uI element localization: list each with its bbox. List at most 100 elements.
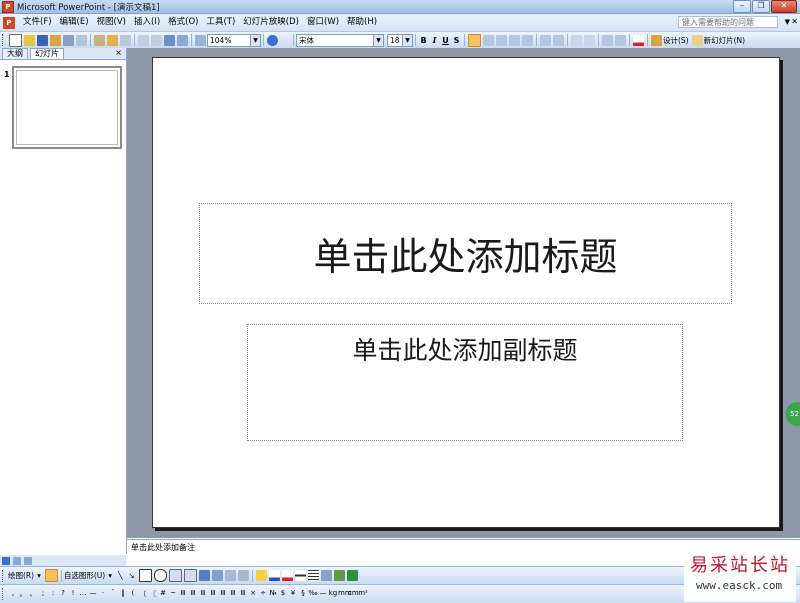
symbol-button[interactable]: — <box>318 589 328 599</box>
bullets-icon[interactable] <box>553 34 564 46</box>
slide-sorter-icon[interactable] <box>13 556 21 565</box>
new-icon[interactable] <box>9 33 22 47</box>
line-style-icon[interactable] <box>294 570 306 581</box>
fill-color-icon[interactable] <box>255 570 267 581</box>
draw-menu-button[interactable]: 绘图(R) <box>8 570 34 581</box>
symbol-button[interactable]: ( <box>128 589 138 599</box>
slideshow-view-icon[interactable] <box>24 556 32 565</box>
insert-table-icon[interactable] <box>177 34 188 46</box>
symbol-button[interactable]: ‰ <box>308 589 318 599</box>
wordart-icon[interactable] <box>198 570 210 581</box>
line-icon[interactable]: ╲ <box>118 571 123 580</box>
design-button[interactable]: 设计(S) <box>663 35 689 46</box>
3d-style-icon[interactable] <box>346 570 358 581</box>
symbol-button[interactable]: Ⅲ <box>228 589 238 599</box>
rectangle-icon[interactable] <box>138 569 152 582</box>
shadow-button[interactable]: S <box>451 36 462 45</box>
minimize-button[interactable]: ‒ <box>733 0 751 13</box>
arrow-icon[interactable]: ↘ <box>128 571 134 580</box>
chevron-down-icon[interactable]: ▼ <box>402 34 412 46</box>
tab-outline[interactable]: 大纲 <box>2 48 28 59</box>
symbol-button[interactable]: $ <box>278 589 288 599</box>
clipart-icon[interactable] <box>224 570 236 581</box>
save-icon[interactable] <box>37 34 48 46</box>
slide-canvas[interactable]: 单击此处添加标题 单击此处添加副标题 <box>152 57 780 528</box>
close-icon[interactable]: × <box>115 48 122 58</box>
toolbar-grip[interactable] <box>2 34 6 46</box>
chevron-down-icon[interactable]: ▼ <box>250 34 260 46</box>
symbol-button[interactable]: 〔 <box>138 589 148 599</box>
symbol-button[interactable]: , <box>8 589 18 599</box>
shadow-style-icon[interactable] <box>333 570 345 581</box>
document-close-icon[interactable]: ✕ <box>791 16 798 28</box>
menu-slideshow[interactable]: 幻灯片放映(D) <box>239 15 303 30</box>
decrease-font-icon[interactable] <box>584 34 595 46</box>
menu-help[interactable]: 帮助(H) <box>343 15 381 30</box>
menu-format[interactable]: 格式(O) <box>164 15 202 30</box>
dash-style-icon[interactable] <box>307 570 319 581</box>
chevron-down-icon[interactable]: ▾ <box>37 571 41 580</box>
symbol-button[interactable]: ¥ <box>288 589 298 599</box>
symbol-button[interactable]: ÷ <box>258 589 268 599</box>
justify-icon[interactable] <box>509 34 520 46</box>
symbol-button[interactable]: ; <box>38 589 48 599</box>
close-button[interactable]: ✕ <box>771 0 797 13</box>
autoshapes-button[interactable]: 自选图形(U) <box>64 570 105 581</box>
symbol-button[interactable]: · <box>98 589 108 599</box>
symbol-button[interactable]: 。 <box>18 589 28 599</box>
menu-edit[interactable]: 编辑(E) <box>56 15 93 30</box>
align-right-icon[interactable] <box>496 34 507 46</box>
symbol-button[interactable]: ˉ <box>108 589 118 599</box>
symbol-button[interactable]: … <box>78 589 88 599</box>
underline-button[interactable]: U <box>440 36 451 45</box>
italic-button[interactable]: I <box>429 35 440 45</box>
grid-icon[interactable] <box>195 34 206 46</box>
symbol-button[interactable]: Ⅲ <box>198 589 208 599</box>
align-center-icon[interactable] <box>483 34 494 46</box>
textbox-icon[interactable] <box>168 569 182 582</box>
symbol-button[interactable]: ! <box>68 589 78 599</box>
symbol-button[interactable]: kg <box>328 589 338 599</box>
symbol-button[interactable]: # <box>158 589 168 599</box>
title-placeholder[interactable]: 单击此处添加标题 <box>199 203 732 304</box>
picture-icon[interactable] <box>237 570 249 581</box>
symbol-button[interactable]: 〖 <box>148 589 158 599</box>
permission-icon[interactable] <box>50 34 61 46</box>
symbol-button[interactable]: Ⅲ <box>188 589 198 599</box>
line-color-icon[interactable] <box>268 570 280 581</box>
symbol-button[interactable]: Ⅲ <box>238 589 248 599</box>
numbering-icon[interactable] <box>540 34 551 46</box>
bold-button[interactable]: B <box>418 36 429 45</box>
help-dropdown-icon[interactable]: ▼ <box>785 16 790 28</box>
symbol-button[interactable]: m² <box>358 589 368 599</box>
paste-icon[interactable] <box>107 34 118 46</box>
distribute-icon[interactable] <box>522 34 533 46</box>
menu-insert[interactable]: 插入(I) <box>130 15 164 30</box>
chevron-down-icon[interactable]: ▾ <box>108 571 112 580</box>
oval-icon[interactable] <box>153 569 167 582</box>
toolbar-grip[interactable] <box>2 569 6 582</box>
subtitle-placeholder[interactable]: 单击此处添加副标题 <box>247 324 683 441</box>
side-badge[interactable]: 52 <box>786 402 800 426</box>
menu-window[interactable]: 窗口(W) <box>303 15 343 30</box>
symbol-button[interactable]: × <box>248 589 258 599</box>
symbol-button[interactable]: Ⅲ <box>208 589 218 599</box>
decrease-indent-icon[interactable] <box>602 34 613 46</box>
vertical-textbox-icon[interactable] <box>183 569 197 582</box>
zoom-select[interactable]: 104% ▼ <box>207 33 261 47</box>
symbol-button[interactable]: Ⅲ <box>178 589 188 599</box>
symbol-button[interactable]: ‖ <box>118 589 128 599</box>
cut-icon[interactable] <box>94 34 105 46</box>
font-size-select[interactable]: 18 ▼ <box>387 33 413 47</box>
symbol-button[interactable]: : <box>48 589 58 599</box>
tab-slides[interactable]: 幻灯片 <box>30 48 64 59</box>
font-color-icon[interactable] <box>633 34 644 46</box>
symbol-button[interactable]: ? <box>58 589 68 599</box>
increase-font-icon[interactable] <box>571 34 582 46</box>
slide-thumbnail[interactable] <box>12 66 122 149</box>
print-preview-icon[interactable] <box>76 34 87 46</box>
format-painter-icon[interactable] <box>120 34 131 46</box>
symbol-button[interactable]: 、 <box>28 589 38 599</box>
document-icon[interactable]: P <box>3 16 15 29</box>
select-objects-icon[interactable] <box>44 569 58 582</box>
